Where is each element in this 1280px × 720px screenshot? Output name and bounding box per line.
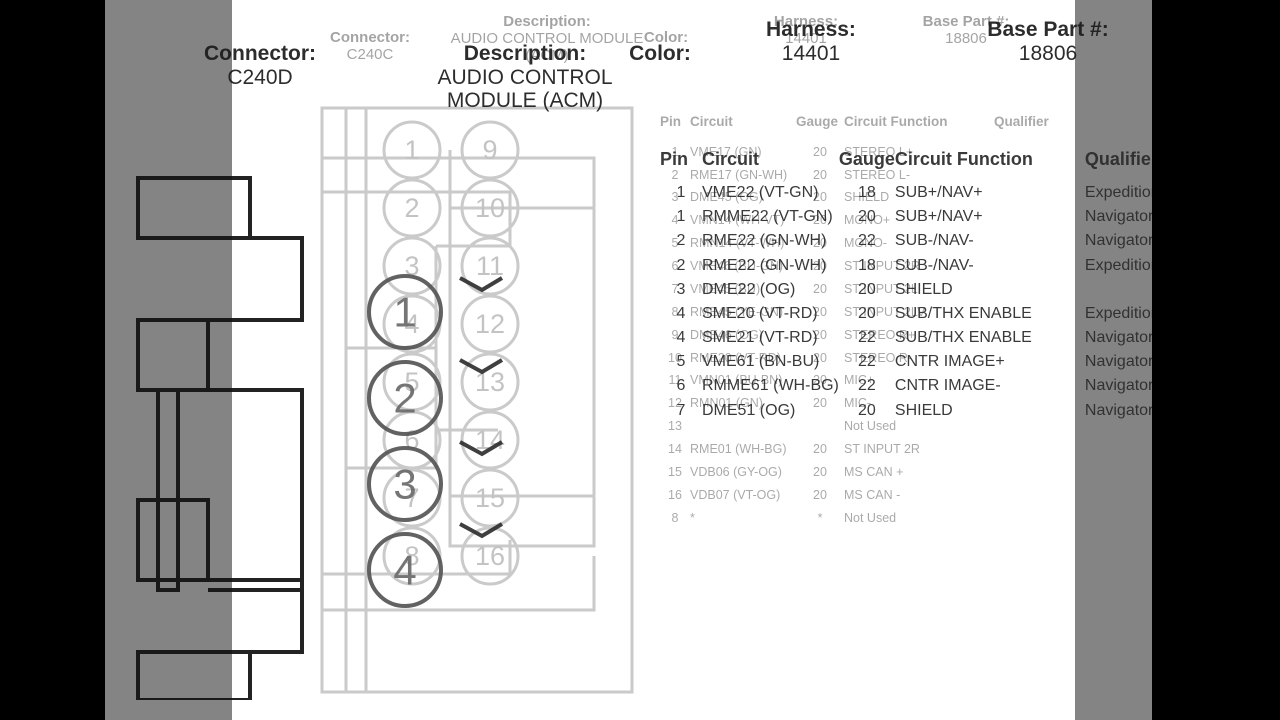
svg-text:2: 2 [393, 375, 416, 422]
cell-gauge: 22 [858, 329, 876, 347]
cell-gauge: 20 [858, 401, 876, 419]
table-row: 1 VME22 (VT-GN) 18 SUB+/NAV+ Expedition [660, 181, 1195, 205]
svg-text:1: 1 [393, 289, 416, 336]
header-harness-value-in: 14401 [781, 41, 841, 65]
table-body-in: 1 VME22 (VT-GN) 18 SUB+/NAV+ Expedition 1 RMME… [660, 181, 1195, 423]
cell-pin: 4 [676, 329, 686, 347]
cell-pin: 1 [676, 184, 686, 202]
cell-gauge: 22 [858, 353, 876, 371]
header-connector-label-in: Connector: [204, 42, 316, 65]
header-color-in: Color: [580, 42, 740, 66]
cell-circuit: VME61 (BN-BU) [702, 353, 820, 371]
cell-pin: 3 [676, 280, 686, 298]
letterbox-bar-right [1152, 0, 1280, 720]
cell-function: SUB+/NAV+ [894, 208, 983, 226]
table-row: 3 DME22 (OG) 20 SHIELD [660, 278, 1195, 302]
svg-text:3: 3 [393, 461, 416, 508]
table-row: 2 RME22 (GN-WH) 22 SUB-/NAV- Navigator [660, 229, 1195, 253]
cell-pin: 1 [676, 208, 686, 226]
cell-gauge: 20 [858, 304, 876, 322]
cell-circuit: SME20 (VT-RD) [702, 304, 818, 322]
cell-circuit: SME21 (VT-RD) [702, 329, 818, 347]
col-circuit-in: Circuit [702, 149, 760, 169]
cell-gauge: 20 [858, 280, 876, 298]
cell-circuit: RMME22 (VT-GN) [702, 208, 833, 226]
cell-circuit: RME22 (GN-WH) [702, 232, 827, 250]
cell-function: SHIELD [894, 280, 953, 298]
table-header-row-in: Pin Circuit Gauge Circuit Function Quali… [660, 146, 1195, 181]
table-row: 7 DME51 (OG) 20 SHIELD Navigator [660, 399, 1195, 423]
cell-function: SUB-/NAV- [894, 232, 974, 250]
header-base-part-label-in: Base Part #: [987, 18, 1109, 41]
cell-circuit: RMME61 (WH-BG) [702, 377, 839, 395]
cell-function: SUB-/NAV- [894, 256, 974, 274]
table-row: 5 VME61 (BN-BU) 22 CNTR IMAGE+ Navigator [660, 350, 1195, 374]
cell-circuit: VME22 (VT-GN) [702, 184, 819, 202]
cell-function: SUB/THX ENABLE [894, 329, 1032, 347]
col-function-in: Circuit Function [894, 149, 1033, 169]
header-color-label-in: Color: [629, 42, 691, 65]
cell-function: SHIELD [894, 401, 953, 419]
slide-incoming-c240d: Connector: C240D Description: AUDIO CONT… [0, 0, 1280, 720]
cell-circuit: DME22 (OG) [702, 280, 796, 298]
pin-table-in: Pin Circuit Gauge Circuit Function Quali… [660, 146, 1195, 423]
cell-gauge: 22 [858, 232, 876, 250]
video-frame: Connector: C240C Description: AUDIO CONT… [0, 0, 1280, 720]
header-connector-in: Connector: C240D [100, 42, 420, 89]
header-description-value-in: AUDIO CONTROL MODULE (ACM) [437, 65, 613, 113]
svg-text:4: 4 [393, 547, 416, 594]
header-base-part-value-in: 18806 [1018, 41, 1078, 65]
col-pin-in: Pin [660, 149, 689, 169]
cell-function: CNTR IMAGE+ [894, 353, 1005, 371]
cell-pin: 7 [676, 401, 686, 419]
table-row: 2 RME22 (GN-WH) 18 SUB-/NAV- Expedition [660, 254, 1195, 278]
cell-pin: 5 [676, 353, 686, 371]
cell-function: CNTR IMAGE- [894, 377, 1001, 395]
table-row: 6 RMME61 (WH-BG) 22 CNTR IMAGE- Navigator [660, 374, 1195, 398]
letterbox-bar-left [0, 0, 105, 720]
cell-gauge: 18 [858, 184, 876, 202]
header-base-part-in: Base Part #: 18806 [938, 18, 1158, 65]
cell-circuit: DME51 (OG) [702, 401, 796, 419]
table-row: 4 SME21 (VT-RD) 22 SUB/THX ENABLE Navigator [660, 326, 1195, 350]
table-row: 1 RMME22 (VT-GN) 20 SUB+/NAV+ Navigator [660, 205, 1195, 229]
header-connector-value-in: C240D [227, 65, 293, 89]
cell-pin: 4 [676, 304, 686, 322]
cell-function: SUB+/NAV+ [894, 184, 983, 202]
cell-pin: 6 [676, 377, 686, 395]
cell-pin: 2 [676, 256, 686, 274]
header-harness-in: Harness: 14401 [718, 18, 904, 65]
col-gauge-in: Gauge [838, 149, 895, 169]
cell-gauge: 22 [858, 377, 876, 395]
cell-circuit: RME22 (GN-WH) [702, 256, 827, 274]
cell-gauge: 20 [858, 208, 876, 226]
table-row: 4 SME20 (VT-RD) 20 SUB/THX ENABLE Expedition [660, 302, 1195, 326]
cell-pin: 2 [676, 232, 686, 250]
header-harness-label-in: Harness: [766, 18, 856, 41]
cell-gauge: 18 [858, 256, 876, 274]
cell-function: SUB/THX ENABLE [894, 304, 1032, 322]
connector-diagram-in: 1 2 3 4 [130, 160, 650, 700]
